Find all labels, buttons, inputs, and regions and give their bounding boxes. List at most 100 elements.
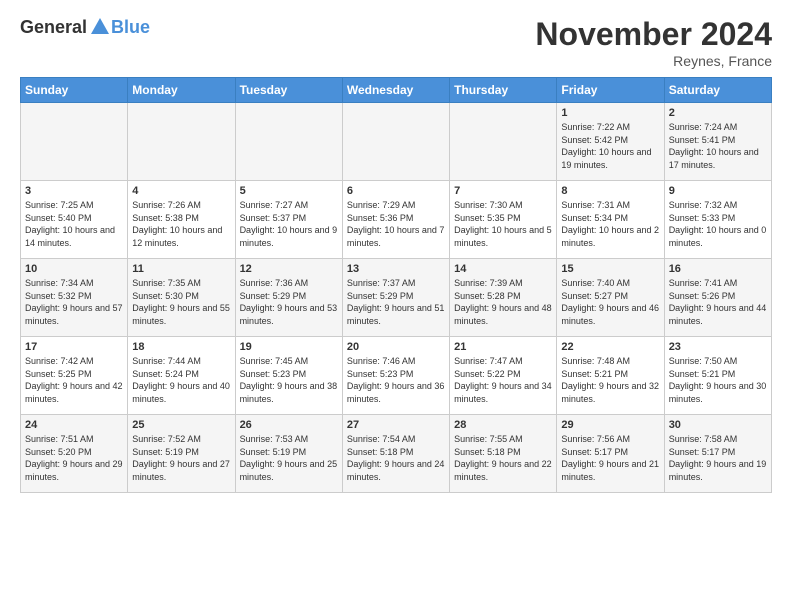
- day-number: 8: [561, 185, 659, 197]
- day-number: 18: [132, 341, 230, 353]
- cell-4-6: 30 Sunrise: 7:58 AM Sunset: 5:17 PM Dayli…: [664, 415, 771, 493]
- logo: General Blue: [20, 16, 150, 38]
- cell-3-6: 23 Sunrise: 7:50 AM Sunset: 5:21 PM Dayli…: [664, 337, 771, 415]
- header-row: Sunday Monday Tuesday Wednesday Thursday…: [21, 78, 772, 103]
- col-thursday: Thursday: [450, 78, 557, 103]
- day-info: Sunrise: 7:44 AM Sunset: 5:24 PM Dayligh…: [132, 355, 230, 405]
- day-info: Sunrise: 7:25 AM Sunset: 5:40 PM Dayligh…: [25, 199, 123, 249]
- cell-1-6: 9Sunrise: 7:32 AM Sunset: 5:33 PM Daylig…: [664, 181, 771, 259]
- calendar-row-4: 24Sunrise: 7:51 AM Sunset: 5:20 PM Dayli…: [21, 415, 772, 493]
- cell-2-0: 10Sunrise: 7:34 AM Sunset: 5:32 PM Dayli…: [21, 259, 128, 337]
- day-info: Sunrise: 7:46 AM Sunset: 5:23 PM Dayligh…: [347, 355, 445, 405]
- calendar-row-3: 17 Sunrise: 7:42 AM Sunset: 5:25 PM Dayli…: [21, 337, 772, 415]
- cell-1-0: 3 Sunrise: 7:25 AM Sunset: 5:40 PM Daylig…: [21, 181, 128, 259]
- day-number: 19: [240, 341, 338, 353]
- day-info: Sunrise: 7:35 AM Sunset: 5:30 PM Dayligh…: [132, 277, 230, 327]
- day-number: 17: [25, 341, 123, 353]
- day-number: 15: [561, 263, 659, 275]
- col-friday: Friday: [557, 78, 664, 103]
- day-number: 3: [25, 185, 123, 197]
- day-info: Sunrise: 7:55 AM Sunset: 5:18 PM Dayligh…: [454, 433, 552, 483]
- day-number: 16: [669, 263, 767, 275]
- day-number: 12: [240, 263, 338, 275]
- cell-0-0: [21, 103, 128, 181]
- cell-1-5: 8 Sunrise: 7:31 AM Sunset: 5:34 PM Daylig…: [557, 181, 664, 259]
- day-info: Sunrise: 7:26 AM Sunset: 5:38 PM Dayligh…: [132, 199, 230, 249]
- day-info: Sunrise: 7:36 AM Sunset: 5:29 PM Dayligh…: [240, 277, 338, 327]
- cell-2-2: 12 Sunrise: 7:36 AM Sunset: 5:29 PM Dayli…: [235, 259, 342, 337]
- day-info: Sunrise: 7:27 AM Sunset: 5:37 PM Dayligh…: [240, 199, 338, 249]
- day-info: Sunrise: 7:34 AM Sunset: 5:32 PM Dayligh…: [25, 277, 123, 327]
- cell-4-5: 29 Sunrise: 7:56 AM Sunset: 5:17 PM Dayli…: [557, 415, 664, 493]
- cell-4-0: 24Sunrise: 7:51 AM Sunset: 5:20 PM Dayli…: [21, 415, 128, 493]
- cell-2-5: 15 Sunrise: 7:40 AM Sunset: 5:27 PM Dayli…: [557, 259, 664, 337]
- day-info: Sunrise: 7:53 AM Sunset: 5:19 PM Dayligh…: [240, 433, 338, 483]
- day-number: 20: [347, 341, 445, 353]
- cell-0-6: 2 Sunrise: 7:24 AM Sunset: 5:41 PM Daylig…: [664, 103, 771, 181]
- header: General Blue November 2024 Reynes, Franc…: [20, 16, 772, 69]
- cell-3-0: 17 Sunrise: 7:42 AM Sunset: 5:25 PM Dayli…: [21, 337, 128, 415]
- day-number: 25: [132, 419, 230, 431]
- cell-1-4: 7Sunrise: 7:30 AM Sunset: 5:35 PM Daylig…: [450, 181, 557, 259]
- day-info: Sunrise: 7:52 AM Sunset: 5:19 PM Dayligh…: [132, 433, 230, 483]
- logo-general: General: [20, 17, 87, 38]
- cell-1-3: 6 Sunrise: 7:29 AM Sunset: 5:36 PM Daylig…: [342, 181, 449, 259]
- day-number: 4: [132, 185, 230, 197]
- page: General Blue November 2024 Reynes, Franc…: [0, 0, 792, 612]
- day-info: Sunrise: 7:32 AM Sunset: 5:33 PM Dayligh…: [669, 199, 767, 249]
- cell-3-5: 22 Sunrise: 7:48 AM Sunset: 5:21 PM Dayli…: [557, 337, 664, 415]
- logo-icon: [89, 16, 111, 38]
- day-info: Sunrise: 7:48 AM Sunset: 5:21 PM Dayligh…: [561, 355, 659, 405]
- day-number: 28: [454, 419, 552, 431]
- cell-2-4: 14 Sunrise: 7:39 AM Sunset: 5:28 PM Dayli…: [450, 259, 557, 337]
- day-info: Sunrise: 7:31 AM Sunset: 5:34 PM Dayligh…: [561, 199, 659, 249]
- col-monday: Monday: [128, 78, 235, 103]
- cell-1-2: 5Sunrise: 7:27 AM Sunset: 5:37 PM Daylig…: [235, 181, 342, 259]
- cell-0-1: [128, 103, 235, 181]
- day-number: 1: [561, 107, 659, 119]
- day-number: 27: [347, 419, 445, 431]
- title-block: November 2024 Reynes, France: [535, 16, 772, 69]
- day-info: Sunrise: 7:42 AM Sunset: 5:25 PM Dayligh…: [25, 355, 123, 405]
- cell-4-1: 25 Sunrise: 7:52 AM Sunset: 5:19 PM Dayli…: [128, 415, 235, 493]
- calendar-row-2: 10Sunrise: 7:34 AM Sunset: 5:32 PM Dayli…: [21, 259, 772, 337]
- col-tuesday: Tuesday: [235, 78, 342, 103]
- day-number: 22: [561, 341, 659, 353]
- month-title: November 2024: [535, 16, 772, 53]
- cell-4-2: 26Sunrise: 7:53 AM Sunset: 5:19 PM Dayli…: [235, 415, 342, 493]
- day-info: Sunrise: 7:22 AM Sunset: 5:42 PM Dayligh…: [561, 121, 659, 171]
- day-number: 11: [132, 263, 230, 275]
- cell-4-3: 27 Sunrise: 7:54 AM Sunset: 5:18 PM Dayli…: [342, 415, 449, 493]
- cell-0-4: [450, 103, 557, 181]
- day-info: Sunrise: 7:29 AM Sunset: 5:36 PM Dayligh…: [347, 199, 445, 249]
- day-number: 14: [454, 263, 552, 275]
- day-number: 23: [669, 341, 767, 353]
- day-number: 30: [669, 419, 767, 431]
- cell-0-5: 1 Sunrise: 7:22 AM Sunset: 5:42 PM Daylig…: [557, 103, 664, 181]
- col-saturday: Saturday: [664, 78, 771, 103]
- logo-blue: Blue: [111, 17, 150, 37]
- day-info: Sunrise: 7:56 AM Sunset: 5:17 PM Dayligh…: [561, 433, 659, 483]
- day-info: Sunrise: 7:39 AM Sunset: 5:28 PM Dayligh…: [454, 277, 552, 327]
- cell-2-1: 11 Sunrise: 7:35 AM Sunset: 5:30 PM Dayli…: [128, 259, 235, 337]
- day-info: Sunrise: 7:24 AM Sunset: 5:41 PM Dayligh…: [669, 121, 767, 171]
- day-info: Sunrise: 7:40 AM Sunset: 5:27 PM Dayligh…: [561, 277, 659, 327]
- day-number: 24: [25, 419, 123, 431]
- day-info: Sunrise: 7:47 AM Sunset: 5:22 PM Dayligh…: [454, 355, 552, 405]
- day-number: 13: [347, 263, 445, 275]
- day-info: Sunrise: 7:54 AM Sunset: 5:18 PM Dayligh…: [347, 433, 445, 483]
- day-number: 29: [561, 419, 659, 431]
- day-info: Sunrise: 7:58 AM Sunset: 5:17 PM Dayligh…: [669, 433, 767, 483]
- cell-0-3: [342, 103, 449, 181]
- cell-0-2: [235, 103, 342, 181]
- day-info: Sunrise: 7:50 AM Sunset: 5:21 PM Dayligh…: [669, 355, 767, 405]
- day-info: Sunrise: 7:37 AM Sunset: 5:29 PM Dayligh…: [347, 277, 445, 327]
- day-number: 6: [347, 185, 445, 197]
- cell-3-3: 20 Sunrise: 7:46 AM Sunset: 5:23 PM Dayli…: [342, 337, 449, 415]
- cell-2-3: 13 Sunrise: 7:37 AM Sunset: 5:29 PM Dayli…: [342, 259, 449, 337]
- cell-3-2: 19Sunrise: 7:45 AM Sunset: 5:23 PM Dayli…: [235, 337, 342, 415]
- cell-4-4: 28 Sunrise: 7:55 AM Sunset: 5:18 PM Dayli…: [450, 415, 557, 493]
- day-number: 2: [669, 107, 767, 119]
- cell-1-1: 4 Sunrise: 7:26 AM Sunset: 5:38 PM Daylig…: [128, 181, 235, 259]
- day-number: 21: [454, 341, 552, 353]
